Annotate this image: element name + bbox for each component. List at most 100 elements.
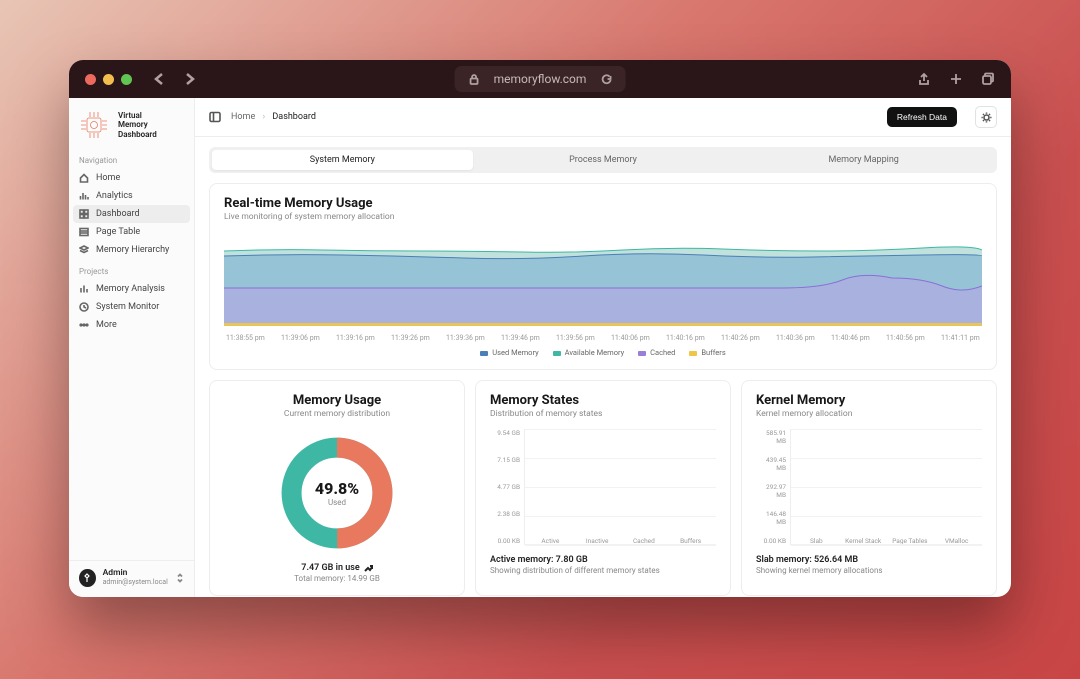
lock-icon bbox=[469, 74, 480, 85]
bar: Slab bbox=[797, 534, 836, 545]
usage-foot-sub: Total memory: 14.99 GB bbox=[224, 574, 450, 583]
card-title: Kernel Memory bbox=[756, 393, 982, 408]
card-subtitle: Distribution of memory states bbox=[490, 409, 716, 419]
header: Home › Dashboard Refresh Data bbox=[195, 98, 1011, 137]
legend-cached: Cached bbox=[638, 348, 675, 357]
bar: Kernel Stack bbox=[844, 534, 883, 545]
url-text: memoryflow.com bbox=[494, 72, 587, 86]
states-card: Memory States Distribution of memory sta… bbox=[475, 380, 731, 596]
bars-icon bbox=[79, 284, 89, 294]
y-axis: 585.91 MB439.45 MB292.97 MB146.48 MB0.00… bbox=[756, 429, 790, 545]
tabs: System Memory Process Memory Memory Mapp… bbox=[209, 147, 997, 173]
chevron-updown-icon bbox=[175, 573, 184, 583]
refresh-button[interactable]: Refresh Data bbox=[887, 107, 957, 127]
main: Home › Dashboard Refresh Data System Mem… bbox=[195, 98, 1011, 597]
usage-donut: 49.8% Used bbox=[277, 433, 397, 553]
kernel-foot-sub: Showing kernel memory allocations bbox=[756, 566, 982, 575]
tab-system-memory[interactable]: System Memory bbox=[212, 150, 473, 170]
theme-toggle-button[interactable] bbox=[975, 106, 997, 128]
minimize-icon[interactable] bbox=[103, 74, 114, 85]
sidebar-item-system-monitor[interactable]: System Monitor bbox=[69, 298, 194, 316]
sidebar-item-home[interactable]: Home bbox=[69, 169, 194, 187]
tab-process-memory[interactable]: Process Memory bbox=[473, 150, 734, 170]
sidebar-toggle-icon[interactable] bbox=[209, 111, 221, 123]
legend-avail: Available Memory bbox=[553, 348, 625, 357]
nav-section-label: Projects bbox=[69, 265, 194, 280]
bar: VMalloc bbox=[937, 534, 976, 545]
breadcrumb-home[interactable]: Home bbox=[231, 112, 255, 122]
titlebar-actions bbox=[917, 72, 995, 86]
bar: Cached bbox=[625, 534, 664, 545]
content: System Memory Process Memory Memory Mapp… bbox=[195, 137, 1011, 597]
usage-percent: 49.8% bbox=[315, 479, 359, 498]
tabs-icon[interactable] bbox=[981, 72, 995, 86]
bar: Buffers bbox=[671, 534, 710, 545]
home-icon bbox=[79, 173, 89, 183]
sidebar-item-analytics[interactable]: Analytics bbox=[69, 187, 194, 205]
app-title: Virtual Memory Dashboard bbox=[118, 111, 157, 139]
card-subtitle: Kernel memory allocation bbox=[756, 409, 982, 419]
app-body: Virtual Memory Dashboard Navigation Home… bbox=[69, 98, 1011, 597]
breadcrumb-current: Dashboard bbox=[272, 112, 316, 122]
card-subtitle: Current memory distribution bbox=[224, 409, 450, 419]
table-icon bbox=[79, 227, 89, 237]
chart-xticks: 11:38:55 pm11:39:06 pm11:39:16 pm11:39:2… bbox=[224, 334, 982, 342]
trend-icon bbox=[364, 564, 373, 573]
more-icon bbox=[79, 320, 89, 330]
sidebar-item-page-table[interactable]: Page Table bbox=[69, 223, 194, 241]
usage-foot-main: 7.47 GB in use bbox=[224, 563, 450, 573]
tab-memory-mapping[interactable]: Memory Mapping bbox=[733, 150, 994, 170]
realtime-chart bbox=[224, 236, 982, 326]
bar-label: VMalloc bbox=[945, 537, 969, 545]
bar: Active bbox=[531, 534, 570, 545]
forward-icon[interactable] bbox=[184, 73, 196, 85]
sun-icon bbox=[981, 112, 992, 123]
sidebar-item-more[interactable]: More bbox=[69, 316, 194, 334]
new-tab-icon[interactable] bbox=[949, 72, 963, 86]
states-foot-sub: Showing distribution of different memory… bbox=[490, 566, 716, 575]
sidebar: Virtual Memory Dashboard Navigation Home… bbox=[69, 98, 195, 597]
states-foot-main: Active memory: 7.80 GB bbox=[490, 555, 716, 565]
reload-icon[interactable] bbox=[600, 74, 611, 85]
bar: Page Tables bbox=[891, 534, 930, 545]
share-icon[interactable] bbox=[917, 72, 931, 86]
nav-section-label: Navigation bbox=[69, 154, 194, 169]
chart-legend: Used Memory Available Memory Cached Buff… bbox=[224, 348, 982, 357]
nav-arrows bbox=[154, 73, 196, 85]
url-bar[interactable]: memoryflow.com bbox=[455, 66, 626, 92]
maximize-icon[interactable] bbox=[121, 74, 132, 85]
kernel-chart: 585.91 MB439.45 MB292.97 MB146.48 MB0.00… bbox=[756, 429, 982, 545]
kernel-card: Kernel Memory Kernel memory allocation 5… bbox=[741, 380, 997, 596]
y-axis: 9.54 GB7.15 GB4.77 GB2.38 GB0.00 KB bbox=[490, 429, 524, 545]
monitor-icon bbox=[79, 302, 89, 312]
nav-primary: Navigation Home Analytics Dashboard Page… bbox=[69, 154, 194, 259]
card-title: Real-time Memory Usage bbox=[224, 196, 982, 211]
card-subtitle: Live monitoring of system memory allocat… bbox=[224, 212, 982, 222]
bar-label: Page Tables bbox=[892, 537, 927, 545]
layers-icon bbox=[79, 245, 89, 255]
bar-label: Inactive bbox=[586, 537, 609, 545]
sidebar-item-dashboard[interactable]: Dashboard bbox=[73, 205, 190, 223]
avatar bbox=[79, 569, 96, 587]
usage-label: Used bbox=[328, 498, 346, 507]
close-icon[interactable] bbox=[85, 74, 96, 85]
usage-card: Memory Usage Current memory distribution… bbox=[209, 380, 465, 596]
sidebar-item-memory-analysis[interactable]: Memory Analysis bbox=[69, 280, 194, 298]
card-title: Memory States bbox=[490, 393, 716, 408]
user-area[interactable]: Admin admin@system.local bbox=[69, 560, 194, 597]
kernel-foot-main: Slab memory: 526.64 MB bbox=[756, 555, 982, 565]
sidebar-item-memory-hierarchy[interactable]: Memory Hierarchy bbox=[69, 241, 194, 259]
card-title: Memory Usage bbox=[224, 393, 450, 408]
bar: Inactive bbox=[578, 534, 617, 545]
states-chart: 9.54 GB7.15 GB4.77 GB2.38 GB0.00 KB Acti… bbox=[490, 429, 716, 545]
chart-icon bbox=[79, 191, 89, 201]
bar-label: Slab bbox=[810, 537, 823, 545]
logo: Virtual Memory Dashboard bbox=[69, 98, 194, 154]
user-info: Admin admin@system.local bbox=[103, 569, 168, 586]
bar-label: Buffers bbox=[680, 537, 701, 545]
nav-projects: Projects Memory Analysis System Monitor … bbox=[69, 265, 194, 334]
bar-label: Active bbox=[541, 537, 559, 545]
titlebar: memoryflow.com bbox=[69, 60, 1011, 98]
app-window: memoryflow.com Virtual Memory Dashboard bbox=[69, 60, 1011, 597]
back-icon[interactable] bbox=[154, 73, 166, 85]
